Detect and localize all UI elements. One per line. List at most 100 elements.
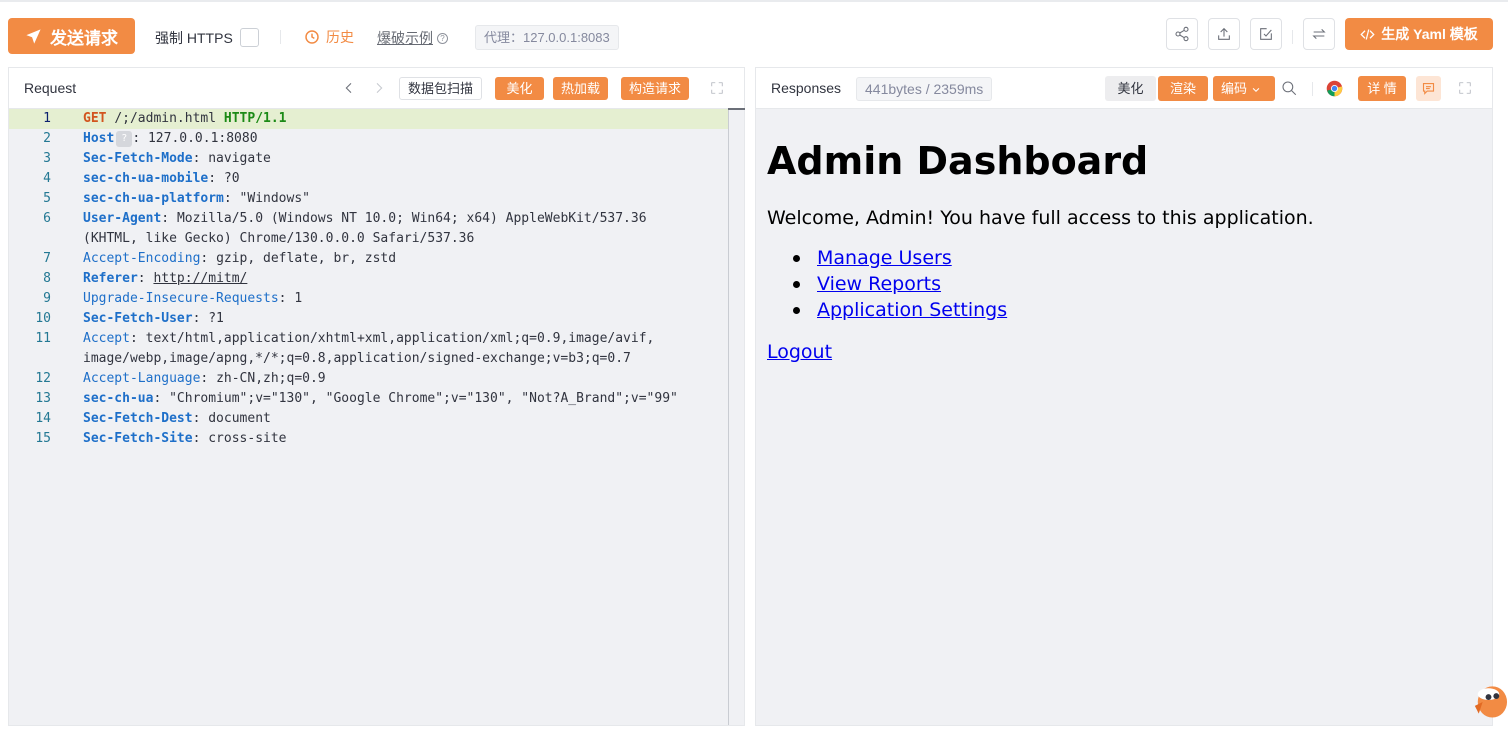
code-line[interactable]: 2 Host?: 127.0.0.1:8080: [9, 129, 728, 149]
http-protocol: HTTP/1.1: [223, 111, 287, 126]
code-text: Sec-Fetch-Site: cross-site: [83, 431, 287, 446]
export-button[interactable]: [1208, 18, 1240, 50]
http-method: GET: [83, 111, 107, 126]
brute-example-label: 爆破示例: [377, 30, 433, 46]
editor-scrollbar[interactable]: [728, 109, 729, 725]
application-settings-link[interactable]: Application Settings: [817, 299, 1007, 321]
header-value: 127.0.0.1:8080: [147, 131, 258, 146]
editor-scroll-thumb[interactable]: [728, 108, 745, 110]
comment-icon: [1422, 82, 1435, 95]
encoding-dropdown[interactable]: 编码: [1213, 76, 1275, 101]
help-icon: ?: [437, 32, 448, 44]
header-name: Accept-Language: [83, 371, 201, 386]
code-text: Host?: 127.0.0.1:8080: [83, 130, 258, 147]
generate-yaml-button[interactable]: 生成 Yaml 模板: [1345, 18, 1493, 50]
force-https-checkbox[interactable]: [240, 28, 259, 47]
next-arrow-icon[interactable]: [371, 80, 387, 96]
header-value: "Windows": [239, 191, 310, 206]
code-line-wrap[interactable]: image/webp,image/apng,*/*;q=0.8,applicat…: [9, 349, 728, 369]
expand-icon[interactable]: [1458, 81, 1472, 95]
line-number: 12: [35, 371, 51, 386]
header-value: Mozilla/5.0 (Windows NT 10.0; Win64; x64…: [176, 211, 647, 226]
header-name: Sec-Fetch-Mode: [83, 151, 193, 166]
admin-links-list: Manage Users View Reports Application Se…: [793, 245, 1314, 323]
send-request-button[interactable]: 发送请求: [8, 18, 135, 54]
view-reports-link[interactable]: View Reports: [817, 273, 941, 295]
code-line[interactable]: 11 Accept: text/html,application/xhtml+xm…: [9, 329, 728, 349]
code-text: sec-ch-ua-mobile: ?0: [83, 171, 240, 186]
swap-icon: [1312, 28, 1326, 40]
comment-button[interactable]: [1416, 76, 1441, 101]
line-number: 14: [35, 411, 51, 426]
code-text: sec-ch-ua-platform: "Windows": [83, 191, 310, 206]
page-heading: Admin Dashboard: [767, 139, 1149, 183]
line-number: 9: [43, 291, 51, 306]
code-line[interactable]: 8 Referer: http://mitm/: [9, 269, 728, 289]
brute-example-link[interactable]: 爆破示例 ?: [377, 28, 448, 48]
line-number: 7: [43, 251, 51, 266]
construct-request-button[interactable]: 构造请求: [621, 77, 690, 100]
code-line[interactable]: 14 Sec-Fetch-Dest: document: [9, 409, 728, 429]
mascot-icon[interactable]: [1469, 676, 1508, 724]
manage-users-link[interactable]: Manage Users: [817, 247, 952, 269]
code-text: GET /;/admin.html HTTP/1.1: [83, 109, 287, 129]
header-value: http://mitm/: [153, 271, 248, 286]
header-name: sec-ch-ua-platform: [83, 191, 224, 206]
request-path: /;/admin.html: [114, 111, 217, 126]
packet-scan-button[interactable]: 数据包扫描: [399, 77, 483, 100]
top-toolbar: 发送请求 强制 HTTPS 历史 爆破示例 ? 代理：127.0.0.1:808…: [0, 0, 1508, 64]
code-line[interactable]: 15 Sec-Fetch-Site: cross-site: [9, 429, 728, 449]
line-number: 8: [43, 271, 51, 286]
line-number: 4: [43, 171, 51, 186]
code-text: Referer: http://mitm/: [83, 271, 248, 286]
code-line[interactable]: 1 GET /;/admin.html HTTP/1.1: [9, 109, 728, 129]
send-icon: [26, 28, 41, 44]
detail-button[interactable]: 详 情: [1358, 76, 1406, 101]
header-value: document: [208, 411, 271, 426]
code-line[interactable]: 10 Sec-Fetch-User: ?1: [9, 309, 728, 329]
list-item: Manage Users: [793, 245, 1314, 271]
chevron-down-icon: [1252, 87, 1259, 92]
code-line[interactable]: 3 Sec-Fetch-Mode: navigate: [9, 149, 728, 169]
header-name: sec-ch-ua-mobile: [83, 171, 209, 186]
code-text: Sec-Fetch-User: ?1: [83, 311, 224, 326]
import-button[interactable]: [1250, 18, 1282, 50]
header-value-continuation: image/webp,image/apng,*/*;q=0.8,applicat…: [83, 351, 631, 366]
header-name: Host: [83, 131, 115, 146]
header-value: ?0: [223, 171, 240, 186]
request-editor[interactable]: 1 GET /;/admin.html HTTP/1.1 2 Host?: 127.0…: [9, 109, 728, 725]
response-header: Responses 441bytes / 2359ms 美化 渲染 编码 详 情: [756, 68, 1492, 109]
hot-load-button[interactable]: 热加载: [553, 77, 609, 100]
code-text: sec-ch-ua: "Chromium";v="130", "Google C…: [83, 391, 678, 406]
code-line[interactable]: 4 sec-ch-ua-mobile: ?0: [9, 169, 728, 189]
header-name: sec-ch-ua: [83, 391, 154, 406]
header-value: gzip, deflate, br, zstd: [216, 251, 397, 266]
line-number: 13: [35, 391, 51, 406]
beautify-button[interactable]: 美化: [495, 77, 544, 100]
search-icon[interactable]: [1280, 79, 1300, 99]
swap-button[interactable]: [1303, 18, 1335, 50]
expand-icon[interactable]: [710, 81, 724, 95]
response-panel: Responses 441bytes / 2359ms 美化 渲染 编码 详 情…: [755, 67, 1493, 726]
header-name: Sec-Fetch-Dest: [83, 411, 193, 426]
encoding-label: 编码: [1221, 81, 1248, 96]
response-beautify-tab[interactable]: 美化: [1105, 76, 1156, 101]
code-line[interactable]: 7 Accept-Encoding: gzip, deflate, br, zst…: [9, 249, 728, 269]
header-value: navigate: [208, 151, 271, 166]
code-line[interactable]: 5 sec-ch-ua-platform: "Windows": [9, 189, 728, 209]
logout-link[interactable]: Logout: [767, 341, 832, 363]
previous-arrow-icon[interactable]: [341, 80, 357, 96]
code-line-wrap[interactable]: (KHTML, like Gecko) Chrome/130.0.0.0 Saf…: [9, 229, 728, 249]
share-button[interactable]: [1166, 18, 1198, 50]
generate-yaml-label: 生成 Yaml 模板: [1381, 26, 1478, 42]
code-line[interactable]: 12 Accept-Language: zh-CN,zh;q=0.9: [9, 369, 728, 389]
history-button[interactable]: 历史: [304, 27, 354, 47]
response-render-tab[interactable]: 渲染: [1158, 76, 1208, 101]
chrome-icon[interactable]: [1326, 80, 1343, 97]
request-header: Request 数据包扫描 美化 热加载 构造请求: [9, 68, 744, 109]
code-line[interactable]: 6 User-Agent: Mozilla/5.0 (Windows NT 10.…: [9, 209, 728, 229]
code-line[interactable]: 13 sec-ch-ua: "Chromium";v="130", "Google…: [9, 389, 728, 409]
request-panel: Request 数据包扫描 美化 热加载 构造请求 1 GET /;/admin.…: [8, 67, 745, 726]
header-value: cross-site: [208, 431, 287, 446]
code-line[interactable]: 9 Upgrade-Insecure-Requests: 1: [9, 289, 728, 309]
